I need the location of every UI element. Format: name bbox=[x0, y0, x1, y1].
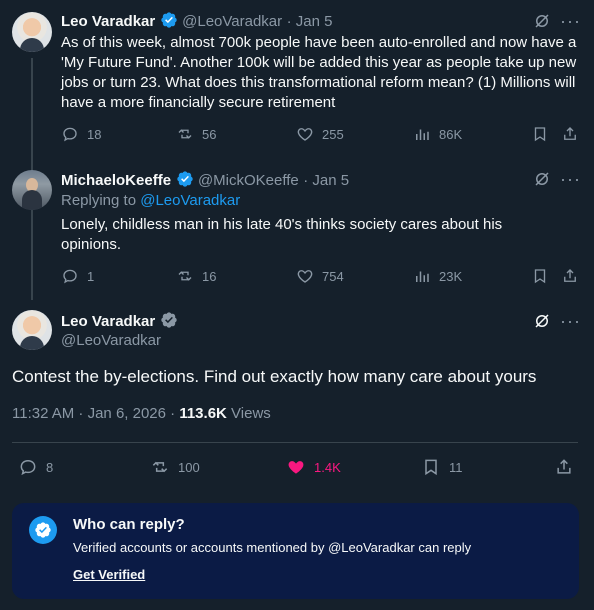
reply-icon bbox=[63, 127, 77, 142]
divider bbox=[12, 442, 578, 443]
main-tweet: Leo Varadkar @LeoVaradkar ··· Contest th… bbox=[0, 300, 594, 500]
more-icon[interactable]: ··· bbox=[560, 169, 581, 190]
tweet-1[interactable]: Leo Varadkar @LeoVaradkar · Jan 5 ··· As… bbox=[0, 0, 594, 160]
author-handle[interactable]: @LeoVaradkar bbox=[182, 13, 282, 30]
who-can-reply-panel: Who can reply? Verified accounts or acco… bbox=[12, 503, 579, 599]
views-count: 86K bbox=[439, 126, 463, 142]
like-button[interactable]: 255 bbox=[296, 125, 344, 143]
reply-button[interactable]: 8 bbox=[18, 457, 53, 477]
reply-icon bbox=[63, 269, 77, 284]
views-icon bbox=[416, 271, 429, 282]
author-name[interactable]: Leo Varadkar bbox=[61, 13, 155, 30]
author-name[interactable]: Leo Varadkar bbox=[61, 313, 155, 330]
repost-button[interactable]: 100 bbox=[150, 457, 200, 477]
views-button[interactable]: 86K bbox=[413, 125, 462, 143]
verified-badge-icon bbox=[160, 312, 177, 328]
share-icon bbox=[564, 127, 576, 140]
views-count: 113.6K bbox=[179, 405, 227, 422]
main-tweet-actions: 8 100 1.4K 11 bbox=[18, 456, 578, 480]
reply-button[interactable]: 18 bbox=[61, 125, 101, 143]
bookmark-count: 11 bbox=[449, 459, 463, 475]
heart-icon bbox=[297, 270, 313, 283]
views-button[interactable]: 23K bbox=[413, 267, 462, 285]
tweet-timestamp[interactable]: 11:32 AM · Jan 6, 2026 · bbox=[12, 405, 175, 422]
like-button[interactable]: 1.4K bbox=[286, 457, 341, 477]
repost-count: 100 bbox=[178, 459, 200, 475]
verified-badge-icon bbox=[160, 12, 177, 28]
repost-button[interactable]: 56 bbox=[176, 125, 216, 143]
share-button[interactable] bbox=[561, 125, 579, 148]
get-verified-link[interactable]: Get Verified bbox=[73, 567, 145, 582]
views-icon bbox=[416, 129, 429, 140]
avatar[interactable] bbox=[12, 310, 52, 350]
author-name[interactable]: MichaeloKeeffe bbox=[61, 172, 171, 189]
bookmark-icon bbox=[425, 459, 437, 476]
reply-title: Who can reply? bbox=[73, 516, 185, 533]
tweet-text: As of this week, almost 700k people have… bbox=[61, 34, 577, 111]
avatar[interactable] bbox=[12, 170, 52, 210]
views-label: Views bbox=[231, 405, 271, 422]
tweet-date[interactable]: · Jan 5 bbox=[303, 172, 349, 189]
repost-count: 16 bbox=[202, 268, 217, 284]
bookmark-icon bbox=[534, 127, 546, 142]
author-handle[interactable]: @MickOKeeffe bbox=[198, 172, 299, 189]
reply-icon bbox=[20, 459, 36, 476]
views-count: 23K bbox=[439, 268, 463, 284]
tweet-2[interactable]: MichaeloKeeffe @MickOKeeffe · Jan 5 ··· … bbox=[0, 160, 594, 300]
at-sign-icon bbox=[29, 516, 57, 544]
like-count: 255 bbox=[322, 126, 344, 142]
bookmark-button[interactable] bbox=[531, 267, 549, 290]
share-button[interactable] bbox=[554, 457, 574, 482]
reply-count: 8 bbox=[46, 459, 54, 475]
more-icon[interactable]: ··· bbox=[560, 11, 581, 32]
main-tweet-meta: 11:32 AM · Jan 6, 2026 · 113.6K Views bbox=[12, 405, 271, 422]
replying-to: Replying to @LeoVaradkar bbox=[61, 192, 240, 209]
repost-count: 56 bbox=[202, 126, 217, 142]
share-button[interactable] bbox=[561, 267, 579, 290]
grok-icon[interactable] bbox=[533, 12, 551, 35]
repost-icon bbox=[178, 271, 192, 281]
reply-count: 18 bbox=[87, 126, 102, 142]
share-icon bbox=[564, 269, 576, 282]
repost-icon bbox=[152, 461, 168, 473]
verified-badge-icon bbox=[176, 171, 193, 187]
main-tweet-text: Contest the by-elections. Find out exact… bbox=[12, 367, 537, 386]
tweet-1-header: Leo Varadkar @LeoVaradkar · Jan 5 bbox=[61, 11, 332, 31]
like-button[interactable]: 754 bbox=[296, 267, 344, 285]
tweet-2-header: MichaeloKeeffe @MickOKeeffe · Jan 5 bbox=[61, 170, 349, 190]
bookmark-button[interactable] bbox=[531, 125, 549, 148]
repost-icon bbox=[178, 129, 192, 139]
bookmark-button[interactable]: 11 bbox=[421, 457, 463, 477]
repost-button[interactable]: 16 bbox=[176, 267, 216, 285]
like-count: 1.4K bbox=[314, 459, 341, 475]
bookmark-icon bbox=[534, 269, 546, 284]
more-icon[interactable]: ··· bbox=[560, 311, 581, 332]
like-count: 754 bbox=[322, 268, 344, 284]
tweet-date[interactable]: · Jan 5 bbox=[287, 13, 333, 30]
tweet-text: Lonely, childless man in his late 40's t… bbox=[61, 216, 503, 253]
share-icon bbox=[557, 459, 571, 474]
grok-icon[interactable] bbox=[533, 170, 551, 193]
tweet-2-actions: 1 16 754 23K bbox=[61, 267, 581, 287]
reply-count: 1 bbox=[87, 268, 95, 284]
author-handle[interactable]: @LeoVaradkar bbox=[61, 332, 161, 349]
tweet-1-actions: 18 56 255 86K bbox=[61, 125, 581, 145]
replying-prefix: Replying to bbox=[61, 192, 137, 209]
avatar[interactable] bbox=[12, 12, 52, 52]
reply-button[interactable]: 1 bbox=[61, 267, 94, 285]
grok-icon[interactable] bbox=[533, 312, 551, 335]
replying-to-link[interactable]: @LeoVaradkar bbox=[140, 192, 240, 209]
heart-icon bbox=[297, 128, 313, 141]
reply-description: Verified accounts or accounts mentioned … bbox=[73, 540, 472, 555]
heart-filled-icon bbox=[288, 461, 304, 474]
main-tweet-author: Leo Varadkar bbox=[61, 311, 178, 331]
